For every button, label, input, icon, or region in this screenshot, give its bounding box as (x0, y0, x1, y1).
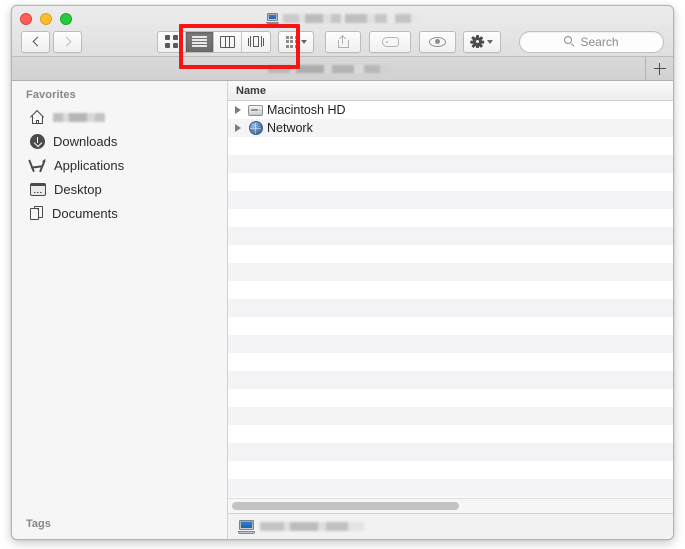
file-name: Network (267, 121, 313, 135)
edit-tags-button[interactable] (369, 30, 411, 53)
file-rows[interactable]: Macintosh HD Network (228, 101, 673, 498)
tab-active[interactable] (12, 57, 646, 80)
disclosure-triangle-icon[interactable] (235, 124, 241, 132)
column-header-row: Name (228, 81, 673, 101)
horizontal-scrollbar[interactable] (228, 498, 673, 513)
sidebar-item-label: Desktop (54, 181, 102, 197)
file-list-pane: Name Macintosh HD Network (228, 81, 673, 539)
eye-icon (429, 36, 446, 47)
empty-row (228, 443, 673, 461)
sidebar: Favorites Downloads Applications Desktop… (12, 81, 228, 539)
icon-view-icon (165, 35, 178, 48)
forward-button[interactable] (53, 30, 82, 53)
window-title (12, 10, 673, 26)
empty-row (228, 497, 673, 498)
empty-row (228, 137, 673, 155)
column-view-icon (220, 35, 235, 48)
sidebar-item-label: Documents (52, 205, 118, 221)
list-view-icon (192, 35, 207, 48)
list-view-button[interactable] (186, 31, 214, 52)
back-button[interactable] (21, 30, 50, 53)
home-icon (30, 110, 45, 125)
applications-icon (27, 158, 46, 173)
empty-row (228, 281, 673, 299)
navigation-buttons (21, 30, 82, 53)
empty-row (228, 407, 673, 425)
sidebar-item-desktop[interactable]: Desktop (12, 177, 227, 201)
chevron-down-icon (300, 39, 307, 44)
sidebar-section-tags: Tags (26, 518, 51, 530)
empty-row (228, 389, 673, 407)
file-name: Macintosh HD (267, 103, 346, 117)
search-icon (564, 36, 576, 48)
empty-row (228, 425, 673, 443)
sidebar-item-label: Downloads (53, 133, 118, 149)
sidebar-item-label-redacted (53, 112, 105, 122)
empty-row (228, 317, 673, 335)
plus-icon (653, 62, 666, 75)
arrange-button[interactable] (278, 30, 314, 53)
documents-icon (30, 205, 44, 221)
sidebar-item-documents[interactable]: Documents (12, 201, 227, 225)
view-mode-segmented-control (157, 30, 271, 53)
empty-row (228, 173, 673, 191)
disclosure-triangle-icon[interactable] (235, 106, 241, 114)
chevron-down-icon (487, 39, 493, 44)
computer-icon (266, 12, 279, 24)
empty-row (228, 353, 673, 371)
empty-row (228, 371, 673, 389)
icon-view-button[interactable] (158, 31, 186, 52)
desktop-icon (30, 182, 46, 196)
empty-row (228, 191, 673, 209)
table-row[interactable]: Network (228, 119, 673, 137)
column-view-button[interactable] (214, 31, 242, 52)
share-icon (337, 34, 349, 48)
title-bar: Search (12, 6, 673, 57)
empty-row (228, 299, 673, 317)
tag-icon (381, 36, 399, 47)
sidebar-item-label: Applications (54, 157, 125, 173)
table-row[interactable]: Macintosh HD (228, 101, 673, 119)
action-menu-button[interactable] (463, 30, 501, 53)
path-label-redacted (260, 522, 364, 531)
empty-row (228, 155, 673, 173)
window-body: Favorites Downloads Applications Desktop… (12, 81, 673, 539)
window-title-text-redacted (283, 13, 419, 23)
search-placeholder: Search (580, 34, 619, 49)
toolbar: Search (12, 26, 673, 57)
gear-icon (470, 34, 485, 49)
path-bar (228, 513, 673, 539)
scrollbar-thumb[interactable] (232, 502, 460, 510)
arrange-icon (285, 35, 298, 48)
empty-row (228, 479, 673, 497)
tab-bar (12, 57, 673, 81)
empty-row (228, 335, 673, 353)
share-button[interactable] (325, 30, 361, 53)
chevron-left-icon (32, 36, 42, 47)
new-tab-button[interactable] (646, 57, 673, 80)
empty-row (228, 263, 673, 281)
gallery-view-icon (247, 36, 265, 48)
hard-drive-icon (248, 103, 263, 118)
column-header-name[interactable]: Name (228, 85, 266, 97)
downloads-icon (30, 133, 45, 149)
quick-look-button[interactable] (419, 30, 456, 53)
sidebar-section-favorites: Favorites (26, 89, 76, 101)
empty-row (228, 209, 673, 227)
finder-window: Search Favorites Downloads Applications … (11, 5, 674, 540)
sidebar-item-downloads[interactable]: Downloads (12, 129, 227, 153)
network-globe-icon (248, 121, 263, 136)
empty-row (228, 461, 673, 479)
chevron-right-icon (61, 36, 71, 47)
sidebar-item-applications[interactable]: Applications (12, 153, 227, 177)
sidebar-item-home[interactable] (12, 105, 227, 129)
tab-title-redacted (267, 64, 390, 73)
computer-icon (238, 519, 255, 534)
gallery-view-button[interactable] (242, 32, 270, 52)
empty-row (228, 227, 673, 245)
search-input[interactable]: Search (519, 30, 664, 53)
empty-row (228, 245, 673, 263)
